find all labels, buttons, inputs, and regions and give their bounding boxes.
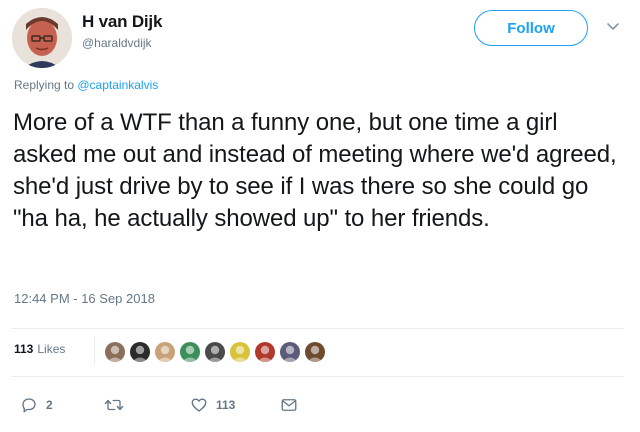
- author-avatar[interactable]: [12, 8, 72, 68]
- tweet-card: H van Dijk @haraldvdijk Follow Replying …: [0, 0, 640, 432]
- liker-avatar[interactable]: [229, 341, 251, 363]
- liker-avatars: [104, 341, 329, 363]
- tweet-actions: 2 113: [0, 396, 640, 420]
- liker-avatar[interactable]: [129, 341, 151, 363]
- reply-icon: [20, 396, 38, 414]
- direct-message-button[interactable]: [280, 396, 298, 414]
- reply-mention-link[interactable]: @captainkalvis: [77, 78, 158, 92]
- divider: [94, 336, 95, 364]
- liker-avatar[interactable]: [304, 341, 326, 363]
- likes-summary[interactable]: 113 Likes: [14, 342, 65, 356]
- retweet-button[interactable]: [104, 396, 132, 414]
- reply-count: 2: [46, 398, 53, 412]
- likes-label: Likes: [37, 342, 66, 356]
- author-avatar-drawing: [12, 8, 72, 68]
- tweet-text: More of a WTF than a funny one, but one …: [13, 109, 617, 232]
- retweet-icon: [104, 396, 124, 414]
- divider: [12, 328, 624, 329]
- like-button[interactable]: 113: [190, 396, 235, 414]
- follow-button-label: Follow: [507, 19, 555, 37]
- follow-button[interactable]: Follow: [474, 10, 588, 46]
- heart-icon: [190, 396, 208, 414]
- replying-to-prefix: Replying to: [14, 78, 78, 92]
- liker-avatar[interactable]: [179, 341, 201, 363]
- reply-button[interactable]: 2: [20, 396, 53, 414]
- chevron-down-icon[interactable]: [606, 20, 620, 34]
- liker-avatar[interactable]: [279, 341, 301, 363]
- envelope-icon: [280, 396, 298, 414]
- author-name[interactable]: H van Dijk: [82, 12, 162, 32]
- liker-avatar[interactable]: [154, 341, 176, 363]
- liker-avatar[interactable]: [254, 341, 276, 363]
- replying-to: Replying to @captainkalvis: [14, 78, 158, 92]
- liker-avatar[interactable]: [204, 341, 226, 363]
- liker-avatar[interactable]: [104, 341, 126, 363]
- tweet-timestamp[interactable]: 12:44 PM - 16 Sep 2018: [14, 291, 155, 306]
- divider: [12, 376, 624, 377]
- author-handle[interactable]: @haraldvdijk: [82, 36, 152, 50]
- like-count: 113: [216, 398, 236, 412]
- likes-count: 113: [14, 342, 34, 356]
